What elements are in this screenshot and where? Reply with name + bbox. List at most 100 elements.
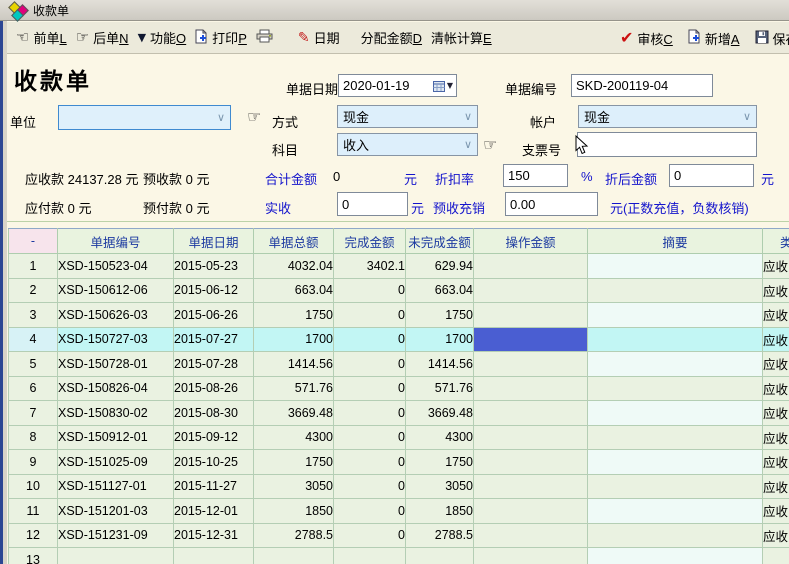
cell-remain[interactable]: 1750: [406, 303, 474, 328]
subject-combo[interactable]: 收入 ∨: [337, 133, 478, 156]
cell-date[interactable]: 2015-08-30: [174, 401, 254, 426]
cell-total[interactable]: 4032.04: [254, 254, 334, 279]
cell-ledger[interactable]: [474, 425, 588, 450]
toolbar-settle-calc-button[interactable]: 清帐计算E: [431, 28, 492, 47]
cell-remain[interactable]: 663.04: [406, 278, 474, 303]
cell-date[interactable]: [174, 548, 254, 564]
cell-memo[interactable]: [588, 523, 763, 548]
cell-done[interactable]: 0: [334, 425, 406, 450]
cell-no[interactable]: 1: [9, 254, 58, 279]
chevron-down-icon[interactable]: ∨: [464, 110, 477, 123]
cell-remain[interactable]: 1850: [406, 499, 474, 524]
cell-date[interactable]: 2015-05-23: [174, 254, 254, 279]
cell-remain[interactable]: 3669.48: [406, 401, 474, 426]
cell-doc[interactable]: XSD-150626-03: [58, 303, 174, 328]
cell-done[interactable]: 0: [334, 327, 406, 352]
cell-total[interactable]: 1750: [254, 303, 334, 328]
cell-remain[interactable]: 1414.56: [406, 352, 474, 377]
cell-ledger[interactable]: [474, 278, 588, 303]
cell-done[interactable]: 0: [334, 523, 406, 548]
cell-doc[interactable]: [58, 548, 174, 564]
cell-done[interactable]: 3402.1: [334, 254, 406, 279]
toolbar-print-button[interactable]: 打印P: [195, 28, 247, 47]
cell-no[interactable]: 4: [9, 327, 58, 352]
cell-no[interactable]: 9: [9, 450, 58, 475]
unit-combo[interactable]: ∨: [58, 105, 231, 130]
cell-done[interactable]: 0: [334, 450, 406, 475]
cell-total[interactable]: 1414.56: [254, 352, 334, 377]
method-combo[interactable]: 现金 ∨: [337, 105, 478, 128]
cell-no[interactable]: 6: [9, 376, 58, 401]
cell-no[interactable]: 3: [9, 303, 58, 328]
cell-no[interactable]: 8: [9, 425, 58, 450]
cell-ledger[interactable]: [474, 474, 588, 499]
cell-total[interactable]: [254, 548, 334, 564]
account-combo[interactable]: 现金 ∨: [578, 105, 757, 128]
cell-doc[interactable]: XSD-150728-01: [58, 352, 174, 377]
cell-doc[interactable]: XSD-150523-04: [58, 254, 174, 279]
calendar-icon[interactable]: ▼: [433, 80, 456, 92]
toolbar-new-button[interactable]: 新增A: [688, 29, 740, 48]
cell-done[interactable]: 0: [334, 499, 406, 524]
cell-done[interactable]: 0: [334, 474, 406, 499]
cell-type[interactable]: 应收: [763, 278, 789, 303]
discount-rate-input[interactable]: [503, 164, 568, 187]
cell-total[interactable]: 571.76: [254, 376, 334, 401]
discounted-input[interactable]: [669, 164, 754, 187]
cell-type[interactable]: 应收: [763, 401, 789, 426]
chevron-down-icon[interactable]: ∨: [743, 110, 756, 123]
cell-doc[interactable]: XSD-151127-01: [58, 474, 174, 499]
cell-memo[interactable]: [588, 548, 763, 564]
cell-no[interactable]: 11: [9, 499, 58, 524]
cell-date[interactable]: 2015-07-28: [174, 352, 254, 377]
cell-date[interactable]: 2015-06-12: [174, 278, 254, 303]
doc-no-input[interactable]: [571, 74, 713, 97]
cell-memo[interactable]: [588, 425, 763, 450]
cell-total[interactable]: 3050: [254, 474, 334, 499]
actual-received-input[interactable]: [337, 192, 408, 216]
cell-doc[interactable]: XSD-150727-03: [58, 327, 174, 352]
cell-type[interactable]: 应收: [763, 474, 789, 499]
cell-doc[interactable]: XSD-151025-09: [58, 450, 174, 475]
cheque-no-input[interactable]: [577, 132, 757, 157]
cell-no[interactable]: 7: [9, 401, 58, 426]
cell-total[interactable]: 4300: [254, 425, 334, 450]
cell-date[interactable]: 2015-12-31: [174, 523, 254, 548]
cell-no[interactable]: 10: [9, 474, 58, 499]
toolbar-next-doc-button[interactable]: ☞后单N: [76, 28, 129, 47]
chevron-down-icon[interactable]: ∨: [464, 138, 477, 151]
cell-date[interactable]: 2015-08-26: [174, 376, 254, 401]
cell-no[interactable]: 5: [9, 352, 58, 377]
cell-memo[interactable]: [588, 401, 763, 426]
cell-memo[interactable]: [588, 376, 763, 401]
cell-no[interactable]: 2: [9, 278, 58, 303]
chevron-down-icon[interactable]: ∨: [217, 111, 230, 124]
cell-date[interactable]: 2015-09-12: [174, 425, 254, 450]
cell-date[interactable]: 2015-10-25: [174, 450, 254, 475]
cell-type[interactable]: [763, 548, 789, 564]
toolbar-date-button[interactable]: ✎日期: [298, 28, 340, 47]
cell-ledger[interactable]: [474, 523, 588, 548]
cell-total[interactable]: 3669.48: [254, 401, 334, 426]
cell-type[interactable]: 应收: [763, 376, 789, 401]
cell-type[interactable]: 应收: [763, 523, 789, 548]
cell-no[interactable]: 13: [9, 548, 58, 564]
cell-ledger[interactable]: [474, 450, 588, 475]
cell-done[interactable]: [334, 548, 406, 564]
cell-ledger[interactable]: [474, 352, 588, 377]
cell-doc[interactable]: XSD-150912-01: [58, 425, 174, 450]
cell-date[interactable]: 2015-07-27: [174, 327, 254, 352]
cell-doc[interactable]: XSD-150826-04: [58, 376, 174, 401]
toolbar-allocate-amount-button[interactable]: 分配金额D: [361, 28, 422, 47]
cell-no[interactable]: 12: [9, 523, 58, 548]
cell-type[interactable]: 应收: [763, 450, 789, 475]
cell-type[interactable]: 应收: [763, 499, 789, 524]
cell-memo[interactable]: [588, 499, 763, 524]
cell-date[interactable]: 2015-12-01: [174, 499, 254, 524]
toolbar-functions-button[interactable]: ▼功能O: [138, 28, 187, 47]
toolbar-save-button[interactable]: 保存: [755, 29, 789, 48]
cell-remain[interactable]: 629.94: [406, 254, 474, 279]
cell-done[interactable]: 0: [334, 352, 406, 377]
cell-doc[interactable]: XSD-150830-02: [58, 401, 174, 426]
cell-ledger[interactable]: [474, 401, 588, 426]
